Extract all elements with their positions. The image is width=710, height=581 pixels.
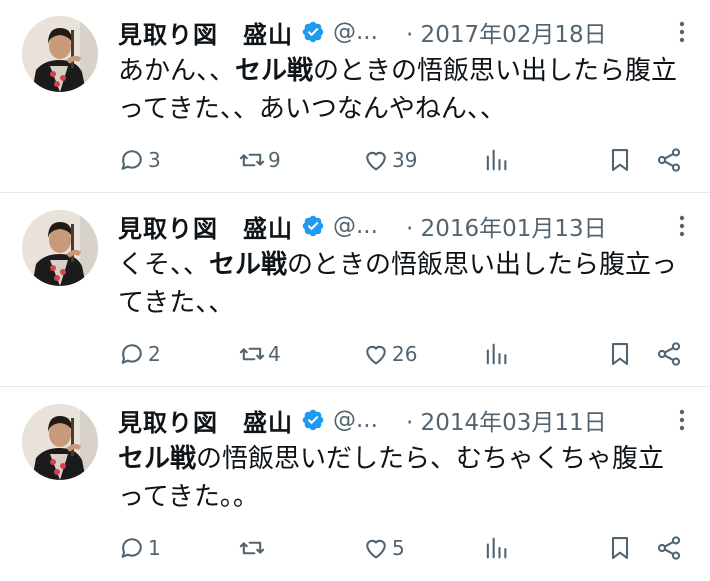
text-segment: の悟飯思いだしたら、むちゃくちゃ腹立ってきた。。 — [118, 444, 665, 512]
like-count: 39 — [392, 148, 418, 172]
reply-button[interactable]: 2 — [118, 338, 161, 370]
more-dots-icon[interactable] — [674, 406, 690, 434]
text-segment: あかん、、 — [118, 56, 236, 86]
text-segment-bold: セル戦 — [118, 444, 197, 474]
tweet-text: セル戦の悟飯思いだしたら、むちゃくちゃ腹立ってきた。。 — [118, 440, 688, 516]
author-handle[interactable]: @... — [333, 407, 378, 433]
views-bars-icon — [486, 343, 507, 365]
reply-button[interactable]: 1 — [118, 532, 161, 564]
like-button[interactable]: 5 — [362, 532, 405, 564]
tweet-header: 見取り図 盛山 @... · 2014年03月11日 — [118, 402, 690, 438]
reply-bubble-icon — [121, 344, 142, 364]
bookmark-icon — [611, 343, 629, 365]
tweet[interactable]: 見取り図 盛山 @... · 2014年03月11日 セル戦の悟飯思いだしたら、… — [0, 388, 710, 581]
author-handle[interactable]: @... — [333, 213, 378, 239]
bookmark-icon — [611, 537, 629, 559]
text-segment-bold: セル戦 — [235, 56, 314, 86]
retweet-icon — [239, 347, 265, 361]
tweet-header: 見取り図 盛山 @... · 2017年02月18日 — [118, 14, 690, 50]
retweet-button[interactable] — [238, 532, 268, 564]
text-segment-bold: セル戦 — [209, 250, 288, 280]
retweet-icon — [239, 153, 265, 167]
views-button[interactable] — [482, 144, 510, 176]
heart-icon — [366, 151, 386, 171]
tweet[interactable]: 見取り図 盛山 @... · 2016年01月13日 くそ、、セル戦のときの悟飯… — [0, 194, 710, 387]
share-button[interactable] — [655, 532, 683, 564]
author-handle[interactable]: @... — [333, 19, 378, 45]
tweet-actions: 1 5 — [118, 532, 693, 564]
avatar[interactable] — [22, 210, 98, 286]
author-name[interactable]: 見取り図 盛山 — [118, 209, 293, 244]
share-icon — [657, 342, 681, 366]
reply-button[interactable]: 3 — [118, 144, 161, 176]
tweet-actions: 2 4 26 — [118, 338, 693, 370]
views-button[interactable] — [482, 338, 510, 370]
retweet-button[interactable]: 4 — [238, 338, 281, 370]
share-button[interactable] — [655, 144, 683, 176]
bookmark-icon — [611, 149, 629, 171]
heart-icon — [366, 345, 386, 365]
more-dots-icon[interactable] — [674, 18, 690, 46]
reply-count: 3 — [148, 148, 161, 172]
reply-bubble-icon — [121, 150, 142, 170]
reply-count: 2 — [148, 342, 161, 366]
author-name[interactable]: 見取り図 盛山 — [118, 15, 293, 50]
reply-bubble-icon — [121, 538, 142, 558]
verified-badge-icon — [302, 215, 324, 237]
text-segment: くそ、、 — [118, 250, 210, 280]
tweet-date[interactable]: · 2016年01月13日 — [406, 209, 607, 243]
like-button[interactable]: 39 — [362, 144, 417, 176]
reply-count: 1 — [148, 536, 161, 560]
retweet-icon — [239, 541, 265, 555]
views-bars-icon — [486, 149, 507, 171]
retweet-button[interactable]: 9 — [238, 144, 281, 176]
bookmark-button[interactable] — [606, 532, 634, 564]
views-bars-icon — [486, 537, 507, 559]
views-button[interactable] — [482, 532, 510, 564]
tweet-date[interactable]: · 2014年03月11日 — [406, 403, 607, 437]
bookmark-button[interactable] — [606, 338, 634, 370]
avatar[interactable] — [22, 16, 98, 92]
avatar[interactable] — [22, 404, 98, 480]
tweet-text: あかん、、セル戦のときの悟飯思い出したら腹立ってきた、、あいつなんやねん、、 — [118, 52, 688, 128]
heart-icon — [366, 539, 386, 559]
tweet-actions: 3 9 39 — [118, 144, 693, 176]
tweet-feed: 見取り図 盛山 @... · 2017年02月18日 あかん、、セル戦のときの悟… — [0, 0, 710, 581]
tweet-date[interactable]: · 2017年02月18日 — [406, 15, 607, 49]
tweet-text: くそ、、セル戦のときの悟飯思い出したら腹立ってきた、、 — [118, 246, 688, 322]
share-icon — [657, 536, 681, 560]
tweet-header: 見取り図 盛山 @... · 2016年01月13日 — [118, 208, 690, 244]
like-count: 5 — [392, 536, 405, 560]
like-count: 26 — [392, 342, 418, 366]
retweet-count: 9 — [268, 148, 281, 172]
more-dots-icon[interactable] — [674, 212, 690, 240]
verified-badge-icon — [302, 409, 324, 431]
like-button[interactable]: 26 — [362, 338, 417, 370]
bookmark-button[interactable] — [606, 144, 634, 176]
retweet-count: 4 — [268, 342, 281, 366]
share-icon — [657, 148, 681, 172]
share-button[interactable] — [655, 338, 683, 370]
tweet[interactable]: 見取り図 盛山 @... · 2017年02月18日 あかん、、セル戦のときの悟… — [0, 0, 710, 193]
verified-badge-icon — [302, 21, 324, 43]
author-name[interactable]: 見取り図 盛山 — [118, 403, 293, 438]
